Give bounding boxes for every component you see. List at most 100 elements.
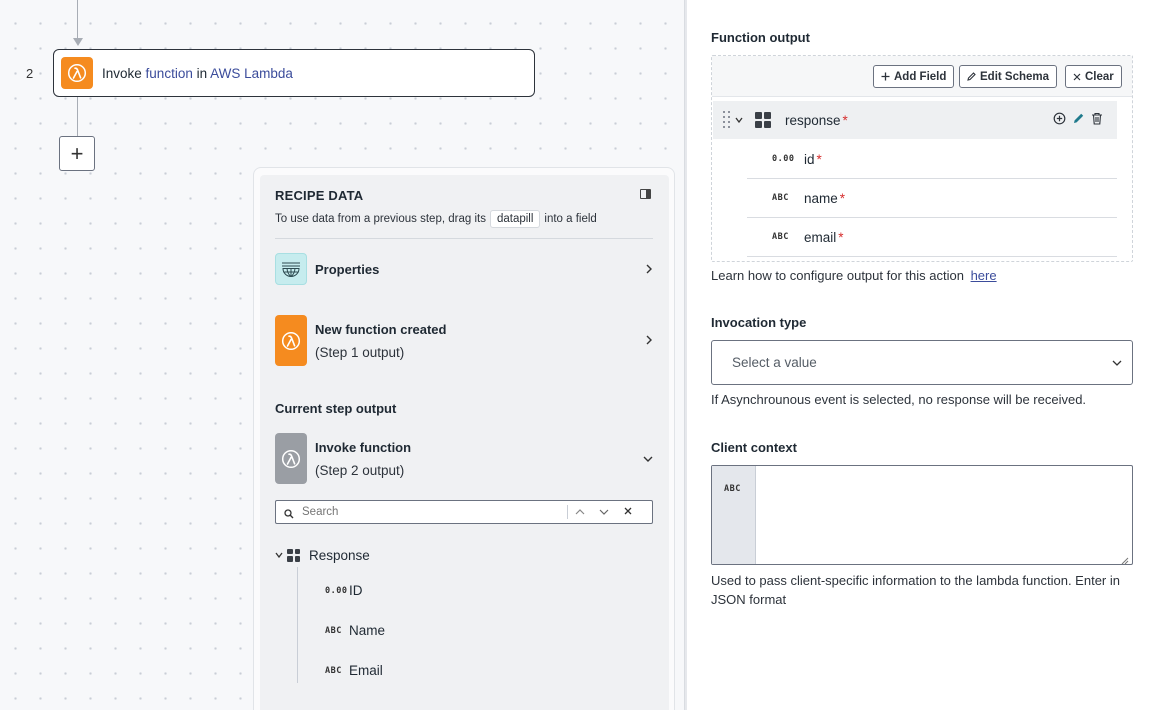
delete-field-icon[interactable]	[1091, 112, 1103, 128]
lambda-icon	[275, 315, 307, 366]
tree-node-response[interactable]: Response	[275, 545, 653, 565]
output-help-label: Learn how to configure output for this a…	[711, 268, 964, 283]
add-field-label: Add Field	[894, 70, 947, 83]
step-title-prefix: Invoke	[102, 65, 142, 81]
schema-field-name: email *	[804, 230, 844, 245]
chevron-down-icon	[1112, 355, 1122, 370]
close-icon	[1073, 73, 1081, 80]
datapill-search	[275, 500, 653, 524]
globe-list-icon	[275, 253, 307, 285]
schema-field-name: name *	[804, 191, 845, 206]
source-label: Properties	[315, 261, 380, 277]
schema-field-name: id *	[804, 152, 822, 167]
hint-text-after: into a field	[544, 213, 597, 225]
search-next-button[interactable]	[592, 506, 616, 518]
string-type-tag: ABC	[325, 625, 342, 636]
string-type-tag: ABC	[325, 665, 342, 676]
tree-node-label: Response	[309, 547, 370, 563]
datapill-name[interactable]: ABC Name	[325, 623, 385, 638]
edit-schema-button[interactable]: Edit Schema	[959, 65, 1058, 88]
drag-handle-icon[interactable]	[723, 111, 731, 129]
source-label: New function created	[315, 321, 447, 337]
search-icon	[284, 507, 294, 519]
connector-line	[77, 97, 78, 136]
source-properties[interactable]: Properties	[275, 253, 653, 285]
source-step-1[interactable]: New function created (Step 1 output)	[275, 315, 653, 366]
source-sublabel: (Step 1 output)	[315, 344, 405, 360]
required-marker: *	[838, 229, 844, 245]
schema-toolbar: Add Field Edit Schema Clear	[712, 56, 1132, 97]
object-grid-icon	[287, 548, 300, 562]
invocation-help-text: If Asynchrounous event is selected, no r…	[711, 392, 1087, 407]
lambda-icon	[275, 433, 307, 484]
recipe-canvas: 2 Invoke function in AWS Lambda + RECIPE…	[0, 0, 684, 710]
schema-field-email[interactable]: ABC email *	[747, 218, 1117, 257]
schema-field-name-row[interactable]: ABC name *	[747, 179, 1117, 218]
connector-arrow-icon	[73, 38, 83, 46]
client-context-input[interactable]	[756, 466, 1132, 564]
step-config-form: Function output Add Field Edit Schema Cl…	[687, 0, 1162, 710]
datapill-example: datapill	[489, 210, 541, 228]
field-name-text: response	[785, 112, 841, 128]
invocation-type-select[interactable]: Select a value	[711, 340, 1133, 385]
string-type-tag: ABC	[772, 232, 789, 242]
step-title: Invoke function in AWS Lambda	[102, 66, 293, 81]
chevron-down-icon	[275, 550, 287, 561]
recipe-data-panel: RECIPE DATA To use data from a previous …	[260, 175, 669, 710]
output-schema-editor: Add Field Edit Schema Clear response * 0…	[711, 55, 1133, 262]
output-help-link[interactable]: here	[971, 268, 997, 283]
client-context-help-text: Used to pass client-specific information…	[711, 573, 1120, 607]
tree-guide-line	[297, 567, 298, 683]
schema-field-name: response *	[785, 113, 848, 128]
invocation-type-label: Invocation type	[711, 315, 807, 330]
clear-button[interactable]: Clear	[1065, 65, 1122, 88]
chevron-right-icon	[645, 333, 653, 348]
search-clear-button[interactable]	[616, 506, 640, 518]
plus-icon	[881, 72, 890, 81]
divider	[275, 238, 653, 239]
step-number: 2	[26, 66, 34, 81]
datapill-label: Name	[349, 623, 386, 638]
step-card-invoke-function[interactable]: Invoke function in AWS Lambda	[53, 49, 535, 97]
source-step-2[interactable]: Invoke function (Step 2 output)	[275, 433, 653, 484]
datapill-label: Email	[349, 663, 383, 678]
field-type-column: ABC	[712, 466, 756, 564]
add-field-button[interactable]: Add Field	[873, 65, 955, 88]
search-prev-button[interactable]	[568, 506, 592, 518]
number-type-tag: 0.00	[325, 585, 348, 596]
string-type-tag: ABC	[724, 484, 741, 494]
collapse-panel-icon[interactable]	[640, 189, 651, 199]
schema-field-id[interactable]: 0.00 id *	[747, 140, 1117, 179]
add-step-button[interactable]: +	[59, 136, 95, 171]
add-child-field-icon[interactable]	[1053, 112, 1066, 128]
hint-text-before: To use data from a previous step, drag i…	[275, 213, 486, 225]
select-placeholder: Select a value	[732, 355, 817, 370]
step-title-connector: in	[196, 65, 208, 81]
field-name-text: name	[804, 190, 838, 206]
chevron-down-icon[interactable]	[735, 115, 743, 126]
string-type-tag: ABC	[772, 193, 789, 203]
field-actions	[1053, 112, 1103, 128]
search-input[interactable]	[302, 506, 567, 518]
datapill-id[interactable]: 0.00 ID	[325, 583, 363, 598]
current-step-output-label: Current step output	[275, 401, 397, 416]
step-title-app: AWS Lambda	[210, 65, 293, 81]
output-help-text: Learn how to configure output for this a…	[711, 268, 997, 283]
datapill-tree: Response 0.00 ID ABC Name ABC Email	[275, 545, 653, 683]
chevron-down-icon	[643, 451, 653, 466]
clear-label: Clear	[1085, 70, 1114, 83]
step-title-function: function	[145, 65, 193, 81]
client-context-label: Client context	[711, 440, 797, 455]
number-type-tag: 0.00	[772, 154, 795, 164]
datapill-email[interactable]: ABC Email	[325, 663, 383, 678]
edit-field-icon[interactable]	[1072, 112, 1085, 128]
datapill-label: ID	[349, 583, 363, 598]
required-marker: *	[816, 151, 822, 167]
chevron-right-icon	[645, 262, 653, 277]
resize-grip-icon[interactable]	[1121, 553, 1129, 565]
required-marker: *	[842, 112, 848, 128]
object-grid-icon	[755, 112, 771, 128]
recipe-data-hint: To use data from a previous step, drag i…	[275, 210, 597, 228]
pencil-icon	[967, 72, 976, 81]
schema-field-response[interactable]: response *	[713, 101, 1117, 139]
